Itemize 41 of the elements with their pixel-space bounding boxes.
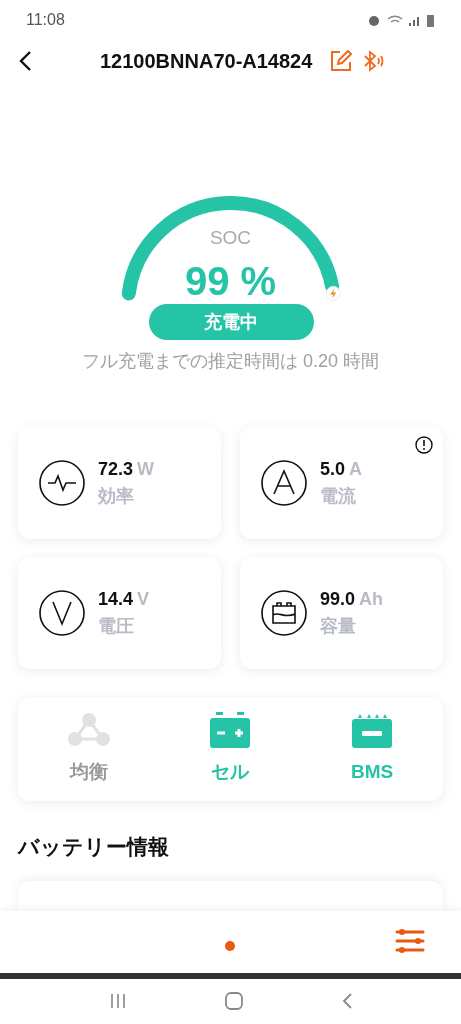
sliders-icon[interactable]	[395, 927, 425, 954]
metric-label: 効率	[98, 485, 135, 508]
battery-status-icon	[427, 13, 435, 27]
metric-unit: Ah	[359, 588, 384, 611]
page-dot-icon	[225, 940, 235, 951]
status-time: 11:08	[26, 10, 65, 30]
battery-icon	[208, 711, 253, 748]
bluetooth-icon[interactable]	[362, 50, 385, 72]
device-title: 12100BNNA70-A14824	[100, 49, 313, 74]
metric-unit: W	[137, 458, 155, 481]
wifi-icon	[387, 14, 403, 26]
metric-value: 99.0	[320, 588, 356, 611]
function-tab[interactable]: 均衡	[18, 711, 160, 787]
charging-status: 充電中	[148, 304, 314, 340]
metric-unit: A	[349, 458, 363, 481]
edit-icon[interactable]	[330, 50, 353, 72]
metric-label: 電流	[320, 485, 357, 508]
back-icon[interactable]	[18, 50, 32, 72]
metric-value: 14.4	[98, 588, 134, 611]
info-icon[interactable]	[415, 436, 433, 454]
volt-icon	[38, 589, 86, 637]
home-icon[interactable]	[223, 991, 244, 1012]
metric-unit: V	[137, 588, 150, 611]
function-tab[interactable]: BMS	[301, 711, 443, 787]
alarm-icon	[367, 13, 381, 27]
battery-icon	[260, 589, 308, 637]
section-title: バッテリー情報	[16, 834, 170, 860]
metric-value: 72.3	[98, 458, 134, 481]
pulse-icon	[38, 459, 86, 507]
charge-estimate: フル充電までの推定時間は 0.20 時間	[80, 350, 380, 373]
soc-label: SOC	[209, 226, 252, 250]
signal-icon	[409, 14, 421, 26]
metric-value: 5.0	[320, 458, 346, 481]
function-tab[interactable]: セル	[159, 711, 302, 787]
ampere-icon	[260, 459, 308, 507]
nodes-icon	[66, 711, 111, 748]
metric-label: 容量	[320, 615, 357, 638]
recent-apps-icon[interactable]	[108, 993, 127, 1010]
metric-label: 電圧	[98, 615, 135, 638]
soc-value: 99 %	[184, 257, 277, 305]
lightning-icon	[325, 285, 341, 301]
